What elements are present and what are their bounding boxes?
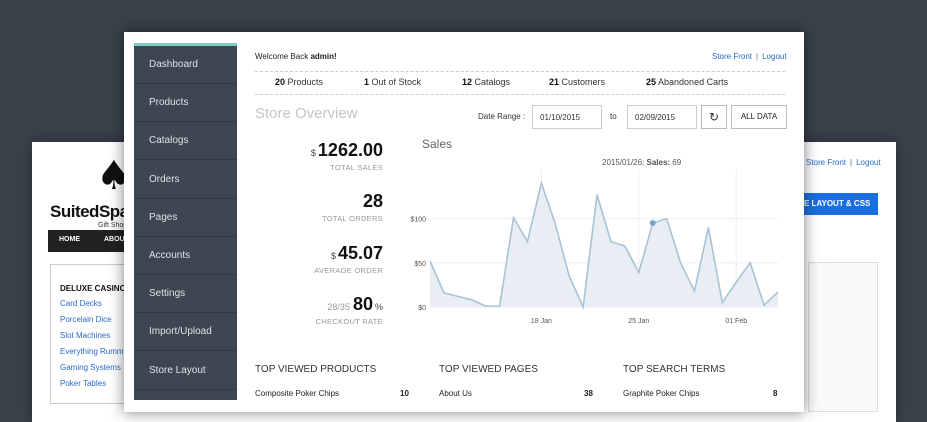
sidebar-item-accounts[interactable]: Accounts (134, 237, 237, 275)
date-from-input[interactable]: 01/10/2015 (532, 105, 602, 129)
top-products-title: TOP VIEWED PRODUCTS (255, 364, 377, 375)
category-link[interactable]: Poker Tables (60, 376, 128, 392)
sidebar-item-store-layout[interactable]: Store Layout (134, 352, 237, 390)
header-links: Store Front | Logout (712, 52, 787, 61)
kpi-total-orders: 28 TOTAL ORDERS (253, 191, 383, 223)
average-order-label: AVERAGE ORDER (314, 266, 383, 275)
storefront-links: Store Front | Logout (806, 158, 881, 167)
total-sales-label: TOTAL SALES (330, 163, 383, 172)
total-sales-value: 1262.00 (317, 140, 383, 160)
storefront-panel (808, 262, 878, 412)
top-search-count: 8 (773, 389, 778, 398)
logout-link[interactable]: Logout (856, 158, 880, 167)
category-link[interactable]: Slot Machines (60, 328, 128, 344)
stat-products[interactable]: 20 Products (275, 77, 323, 87)
average-order-value: 45.07 (337, 243, 383, 263)
sidebar-item-settings[interactable]: Settings (134, 275, 237, 313)
logo-name: SuitedSpa (50, 202, 129, 221)
refresh-button[interactable]: ↻ (701, 105, 727, 129)
stat-abandoned-carts[interactable]: 25 Abandoned Carts (646, 77, 728, 87)
category-list: Card Decks Porcelain Dice Slot Machines … (60, 296, 128, 392)
chart-title: Sales (422, 137, 453, 151)
sidebar-item-dashboard[interactable]: Dashboard (134, 46, 237, 84)
y-tick-label: $100 (410, 217, 426, 224)
total-orders-value: 28 (362, 191, 383, 211)
top-searches-title: TOP SEARCH TERMS (623, 364, 726, 375)
y-tick-label: $50 (414, 261, 426, 268)
stat-catalogs[interactable]: 12 Catalogs (462, 77, 510, 87)
nav-about[interactable]: ABOU (104, 236, 125, 243)
welcome-message: Welcome Back admin! (255, 52, 337, 61)
category-link[interactable]: Porcelain Dice (60, 312, 128, 328)
stat-out-of-stock[interactable]: 1 Out of Stock (364, 77, 421, 87)
date-to-input[interactable]: 02/09/2015 (627, 105, 697, 129)
checkout-rate-label: CHECKOUT RATE (315, 317, 383, 326)
sidebar-item-pages[interactable]: Pages (134, 199, 237, 237)
sidebar-category-title: DELUXE CASINO (60, 284, 126, 293)
top-page-count: 38 (584, 389, 593, 398)
store-front-link[interactable]: Store Front (806, 158, 846, 167)
x-tick-label: 01 Feb (725, 318, 747, 325)
refresh-icon: ↻ (708, 110, 720, 124)
highlight-point (649, 220, 656, 227)
kpi-total-sales: $1262.00 TOTAL SALES (253, 140, 383, 172)
category-link[interactable]: Everything Rummy (60, 344, 128, 360)
top-page-name[interactable]: About Us (439, 389, 472, 398)
nav-home[interactable]: HOME (59, 236, 80, 243)
link-separator: | (756, 52, 759, 61)
logout-link[interactable]: Logout (762, 52, 786, 61)
welcome-prefix: Welcome Back (255, 52, 309, 61)
y-tick-label: $0 (418, 305, 426, 312)
sidebar-item-orders[interactable]: Orders (134, 161, 237, 199)
top-product-count: 10 (400, 389, 409, 398)
stat-customers[interactable]: 21 Customers (549, 77, 605, 87)
store-front-link[interactable]: Store Front (712, 52, 752, 61)
sidebar-item-catalogs[interactable]: Catalogs (134, 122, 237, 160)
top-product-name[interactable]: Composite Poker Chips (255, 389, 339, 398)
chart-tooltip: 2015/01/26: Sales: 69 (602, 158, 682, 167)
date-range-label: Date Range : (478, 112, 526, 121)
kpi-checkout-rate: 28/35 80% CHECKOUT RATE (253, 294, 383, 326)
sales-chart[interactable]: $100 $50 $0 18 Jan 25 Jan 01 Feb 2015/01/26: S… (400, 150, 785, 330)
top-pages-title: TOP VIEWED PAGES (439, 364, 538, 375)
sidebar-item-import-upload[interactable]: Import/Upload (134, 313, 237, 351)
total-orders-label: TOTAL ORDERS (322, 214, 383, 223)
x-tick-label: 18 Jan (531, 318, 552, 325)
kpi-average-order: $45.07 AVERAGE ORDER (253, 243, 383, 275)
page-title: Store Overview (255, 105, 358, 122)
logo-subtitle: Gift Shop (98, 222, 128, 229)
link-separator: | (850, 158, 853, 167)
all-data-button[interactable]: ALL DATA (731, 105, 787, 129)
top-search-term[interactable]: Graphite Poker Chips (623, 389, 699, 398)
sidebar-item-products[interactable]: Products (134, 84, 237, 122)
sales-area (430, 183, 778, 307)
username: admin! (310, 52, 337, 61)
checkout-rate-value: 80 (352, 294, 373, 314)
x-tick-label: 25 Jan (628, 318, 649, 325)
category-link[interactable]: Card Decks (60, 296, 128, 312)
date-to-label: to (610, 112, 617, 121)
storefront-nav: HOME ABOU (48, 230, 128, 252)
category-link[interactable]: Gaming Systems (60, 360, 128, 376)
